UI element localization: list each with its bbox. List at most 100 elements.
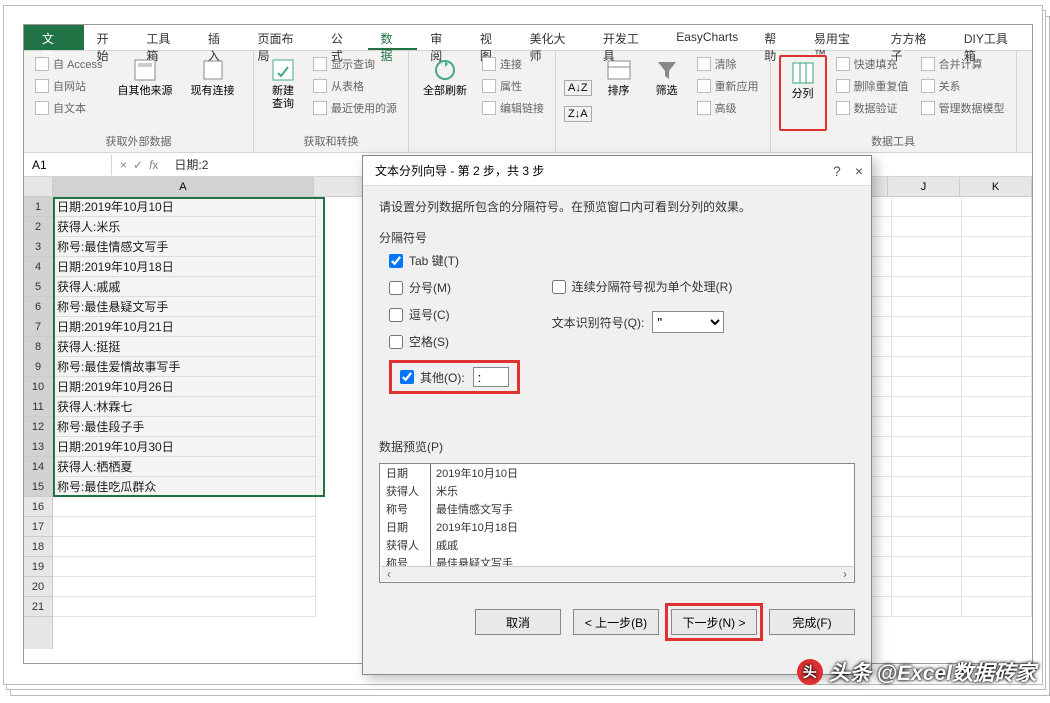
show-queries[interactable]: 显示查询 xyxy=(310,55,400,73)
row-header[interactable]: 11 xyxy=(24,397,52,417)
row-header[interactable]: 14 xyxy=(24,457,52,477)
cell[interactable] xyxy=(53,577,316,597)
row-header[interactable]: 15 xyxy=(24,477,52,497)
cell[interactable]: 日期:2019年10月18日 xyxy=(53,257,316,277)
back-button[interactable]: < 上一步(B) xyxy=(573,609,659,635)
row-header[interactable]: 5 xyxy=(24,277,52,297)
row-header[interactable]: 18 xyxy=(24,537,52,557)
clear-filter[interactable]: 清除 xyxy=(694,55,762,73)
tab-数据[interactable]: 数据 xyxy=(368,25,418,50)
row-header[interactable]: 3 xyxy=(24,237,52,257)
row-header[interactable]: 16 xyxy=(24,497,52,517)
finish-button[interactable]: 完成(F) xyxy=(769,609,855,635)
cell[interactable]: 获得人:林霖七 xyxy=(53,397,316,417)
cell[interactable]: 日期:2019年10月26日 xyxy=(53,377,316,397)
tab-file[interactable]: 文件 xyxy=(24,25,84,50)
from-table[interactable]: 从表格 xyxy=(310,77,400,95)
cell[interactable]: 称号:最佳情感文写手 xyxy=(53,237,316,257)
advanced-filter[interactable]: 高级 xyxy=(694,99,762,117)
next-button[interactable]: 下一步(N) > xyxy=(671,609,757,635)
row-header[interactable]: 12 xyxy=(24,417,52,437)
tab-审阅[interactable]: 审阅 xyxy=(417,25,467,50)
row-header[interactable]: 20 xyxy=(24,577,52,597)
row-header[interactable]: 21 xyxy=(24,597,52,617)
cell[interactable]: 获得人:挺挺 xyxy=(53,337,316,357)
tab-方方格子[interactable]: 方方格子 xyxy=(878,25,951,50)
select-all-corner[interactable] xyxy=(24,177,52,197)
delim-tab[interactable]: Tab 键(T) xyxy=(389,252,520,269)
cell[interactable]: 称号:最佳吃瓜群众 xyxy=(53,477,316,497)
cell[interactable] xyxy=(53,597,316,617)
tab-EasyCharts[interactable]: EasyCharts xyxy=(663,25,751,50)
tab-DIY工具箱[interactable]: DIY工具箱 xyxy=(951,25,1032,50)
refresh-all[interactable]: 全部刷新 xyxy=(417,55,473,147)
tab-插入[interactable]: 插入 xyxy=(195,25,245,50)
from-web[interactable]: 自网站 xyxy=(32,77,106,95)
filter-button[interactable]: 筛选 xyxy=(646,55,688,147)
tab-页面布局[interactable]: 页面布局 xyxy=(245,25,318,50)
cell[interactable]: 称号:最佳悬疑文写手 xyxy=(53,297,316,317)
cell[interactable]: 获得人:戚戚 xyxy=(53,277,316,297)
from-text[interactable]: 自文本 xyxy=(32,99,106,117)
cell[interactable]: 日期:2019年10月30日 xyxy=(53,437,316,457)
sort-button[interactable]: 排序 xyxy=(598,55,640,147)
preview-scrollbar[interactable]: ‹› xyxy=(381,566,853,581)
connections[interactable]: 连接 xyxy=(479,55,547,73)
name-box[interactable]: A1 xyxy=(24,155,112,175)
row-header[interactable]: 17 xyxy=(24,517,52,537)
tab-公式[interactable]: 公式 xyxy=(318,25,368,50)
consolidate[interactable]: 合并计算 xyxy=(918,55,1008,73)
cell[interactable] xyxy=(53,517,316,537)
cell[interactable]: 日期:2019年10月21日 xyxy=(53,317,316,337)
close-icon[interactable]: × xyxy=(855,163,863,179)
row-header[interactable]: 9 xyxy=(24,357,52,377)
relationships[interactable]: 关系 xyxy=(918,77,1008,95)
properties[interactable]: 属性 xyxy=(479,77,547,95)
col-header[interactable]: J xyxy=(888,177,960,196)
delim-other-input[interactable] xyxy=(473,367,509,387)
delim-comma[interactable]: 逗号(C) xyxy=(389,306,520,323)
confirm-edit-icon[interactable]: ✓ xyxy=(133,158,143,172)
from-other[interactable]: 自其他来源 xyxy=(112,55,179,131)
row-header[interactable]: 2 xyxy=(24,217,52,237)
delim-other[interactable]: 其他(O): xyxy=(400,369,465,386)
row-header[interactable]: 13 xyxy=(24,437,52,457)
remove-dup[interactable]: 删除重复值 xyxy=(833,77,912,95)
fx-icon[interactable]: fx xyxy=(149,158,158,172)
existing-conn[interactable]: 现有连接 xyxy=(185,55,241,131)
cell[interactable] xyxy=(53,537,316,557)
tab-视图[interactable]: 视图 xyxy=(467,25,517,50)
tab-易用宝 ™[interactable]: 易用宝 ™ xyxy=(801,25,878,50)
from-access[interactable]: 自 Access xyxy=(32,55,106,73)
row-header[interactable]: 10 xyxy=(24,377,52,397)
cancel-button[interactable]: 取消 xyxy=(475,609,561,635)
recent-sources[interactable]: 最近使用的源 xyxy=(310,99,400,117)
new-query[interactable]: 新建 查询 xyxy=(262,55,304,131)
cell[interactable]: 获得人:栖栖夏 xyxy=(53,457,316,477)
cell[interactable]: 获得人:米乐 xyxy=(53,217,316,237)
tab-美化大师[interactable]: 美化大师 xyxy=(517,25,590,50)
data-validation[interactable]: 数据验证 xyxy=(833,99,912,117)
row-header[interactable]: 4 xyxy=(24,257,52,277)
delim-semicolon[interactable]: 分号(M) xyxy=(389,279,520,296)
col-header-a[interactable]: A xyxy=(53,177,314,196)
help-icon[interactable]: ? xyxy=(833,163,841,179)
row-header[interactable]: 6 xyxy=(24,297,52,317)
row-header[interactable]: 19 xyxy=(24,557,52,577)
consecutive-delim[interactable]: 连续分隔符号视为单个处理(R) xyxy=(552,278,733,295)
cell[interactable]: 称号:最佳段子手 xyxy=(53,417,316,437)
cell[interactable]: 称号:最佳爱情故事写手 xyxy=(53,357,316,377)
col-header[interactable]: K xyxy=(960,177,1032,196)
sort-az-icon[interactable]: A↓Z xyxy=(564,80,592,96)
sort-za-icon[interactable]: Z↓A xyxy=(564,106,592,122)
row-header[interactable]: 7 xyxy=(24,317,52,337)
tab-开始[interactable]: 开始 xyxy=(84,25,134,50)
tab-帮助[interactable]: 帮助 xyxy=(751,25,801,50)
text-to-columns-button[interactable]: 分列 xyxy=(782,58,824,103)
data-model[interactable]: 管理数据模型 xyxy=(918,99,1008,117)
row-header[interactable]: 1 xyxy=(24,197,52,217)
cell[interactable] xyxy=(53,557,316,577)
cell[interactable] xyxy=(53,497,316,517)
text-qualifier-select[interactable]: " xyxy=(652,311,724,333)
tab-工具箱[interactable]: 工具箱 xyxy=(133,25,195,50)
